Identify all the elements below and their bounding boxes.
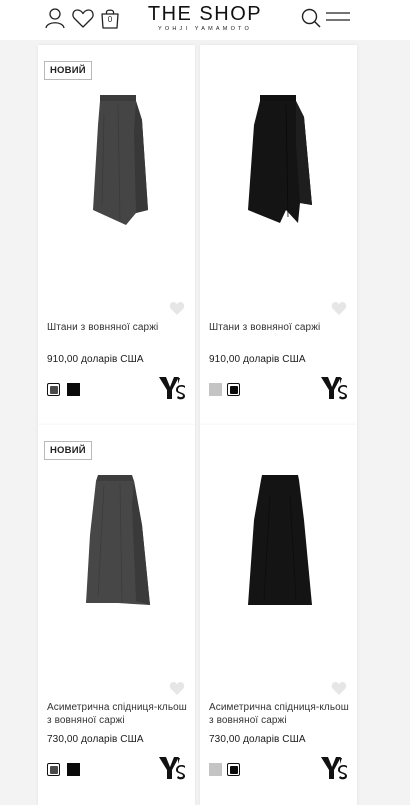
product-name[interactable]: Штани з вовняної саржі [47,321,187,334]
product-card[interactable]: НОВИЙ Асиметрична спідниця-кльош з вовня… [38,425,195,805]
product-name[interactable]: Асиметрична спідниця-кльош з вовняної са… [209,701,349,727]
ys-brand-logo [321,377,347,400]
product-image[interactable] [200,45,357,275]
color-swatch-charcoal[interactable] [47,763,60,776]
product-card[interactable]: Асиметрична спідниця-кльош з вовняної са… [200,425,357,805]
color-swatch-light-grey[interactable] [209,763,222,776]
product-name[interactable]: Асиметрична спідниця-кльош з вовняної са… [47,701,187,727]
ys-brand-logo [159,377,185,400]
product-price: 910,00 доларів США [47,354,144,365]
color-swatch-black[interactable] [227,383,240,396]
new-badge: НОВИЙ [44,441,92,460]
top-header: 0 THE SHOP YOHJI YAMAMOTO [0,0,410,40]
heart-icon[interactable] [331,301,347,316]
color-swatch-black[interactable] [227,763,240,776]
heart-icon[interactable] [169,681,185,696]
product-card[interactable]: Штани з вовняної саржі 910,00 доларів СШ… [200,45,357,425]
new-badge: НОВИЙ [44,61,92,80]
product-name[interactable]: Штани з вовняної саржі [209,321,349,334]
ys-brand-logo [159,757,185,780]
menu-icon[interactable] [325,10,351,24]
ys-brand-logo [321,757,347,780]
product-price: 730,00 доларів США [47,734,144,745]
color-swatch-black[interactable] [67,763,80,776]
product-price: 910,00 доларів США [209,354,306,365]
search-icon[interactable] [298,6,324,30]
color-swatch-black[interactable] [67,383,80,396]
color-swatch-charcoal[interactable] [47,383,60,396]
product-image[interactable] [200,425,357,655]
color-swatch-light-grey[interactable] [209,383,222,396]
product-price: 730,00 доларів США [209,734,306,745]
logo-subtitle: YOHJI YAMAMOTO [157,26,252,32]
product-card[interactable]: НОВИЙ Штани з вовняної саржі 910,00 дола… [38,45,195,425]
heart-icon[interactable] [169,301,185,316]
heart-icon[interactable] [331,681,347,696]
